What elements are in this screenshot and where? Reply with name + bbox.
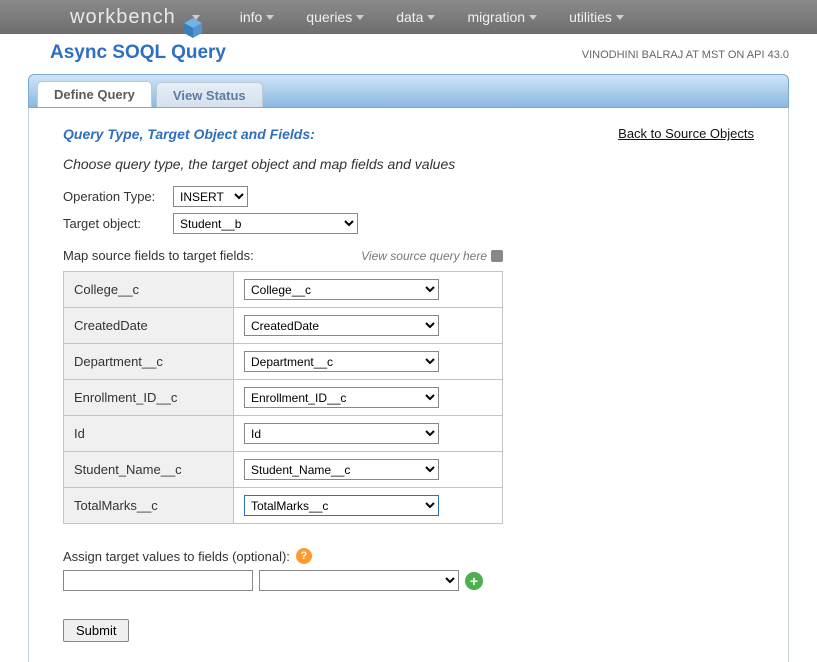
operation-type-label: Operation Type:	[63, 189, 173, 204]
source-field-cell: College__c	[64, 272, 234, 308]
field-mapping-table: College__cCollege__cCreatedDateCreatedDa…	[63, 271, 503, 524]
page-header: Async SOQL Query VINODHINI BALRAJ AT MST…	[0, 34, 817, 68]
chevron-down-icon	[529, 15, 537, 20]
add-icon[interactable]: +	[465, 572, 483, 590]
chevron-down-icon	[266, 15, 274, 20]
table-row: CreatedDate CreatedDate	[64, 308, 503, 344]
target-field-cell: Id	[234, 416, 503, 452]
table-row: Student_Name__c Student_Name__c	[64, 452, 503, 488]
table-row: Id Id	[64, 416, 503, 452]
nav-item-migration[interactable]: migration	[467, 9, 537, 25]
source-field-cell: TotalMarks__c	[64, 488, 234, 524]
table-row: Enrollment_ID__c Enrollment_ID__c	[64, 380, 503, 416]
assign-value-input[interactable]	[63, 570, 253, 591]
tab-view-status[interactable]: View Status	[156, 82, 263, 107]
chevron-down-icon	[616, 15, 624, 20]
target-object-label: Target object:	[63, 216, 173, 231]
target-field-cell: College__c	[234, 272, 503, 308]
back-to-source-objects-link[interactable]: Back to Source Objects	[618, 126, 754, 141]
user-context: VINODHINI BALRAJ AT MST ON API 43.0	[582, 49, 789, 61]
nav-item-data[interactable]: data	[396, 9, 435, 25]
target-field-select[interactable]: Department__c	[244, 351, 439, 372]
submit-button[interactable]: Submit	[63, 619, 129, 642]
target-field-cell: Enrollment_ID__c	[234, 380, 503, 416]
source-field-cell: CreatedDate	[64, 308, 234, 344]
tab-define-query[interactable]: Define Query	[37, 81, 152, 107]
table-row: Department__c Department__c	[64, 344, 503, 380]
view-source-query-link[interactable]: View source query here	[361, 249, 503, 263]
operation-type-row: Operation Type: INSERT	[63, 186, 754, 207]
target-object-select[interactable]: Student__b	[173, 213, 358, 234]
target-field-select[interactable]: Id	[244, 423, 439, 444]
target-field-select[interactable]: Enrollment_ID__c	[244, 387, 439, 408]
map-fields-label: Map source fields to target fields:	[63, 248, 254, 263]
target-field-select[interactable]: TotalMarks__c	[244, 495, 439, 516]
source-field-cell: Student_Name__c	[64, 452, 234, 488]
panel-body: Query Type, Target Object and Fields: Ba…	[28, 108, 789, 662]
nav-item-utilities[interactable]: utilities	[569, 9, 624, 25]
target-object-row: Target object: Student__b	[63, 213, 754, 234]
nav-item-queries[interactable]: queries	[306, 9, 364, 25]
nav-item-info[interactable]: info	[240, 9, 275, 25]
source-field-cell: Id	[64, 416, 234, 452]
brand-text: workbench	[70, 6, 176, 29]
section-description: Choose query type, the target object and…	[63, 156, 754, 172]
nav-items: info queries data migration utilities	[240, 9, 624, 25]
source-field-cell: Department__c	[64, 344, 234, 380]
section-title: Query Type, Target Object and Fields:	[63, 126, 315, 142]
top-nav: workbench info queries data migration	[0, 0, 817, 34]
target-field-select[interactable]: CreatedDate	[244, 315, 439, 336]
table-row: TotalMarks__c TotalMarks__c	[64, 488, 503, 524]
help-icon[interactable]: ?	[296, 548, 312, 564]
query-icon	[491, 250, 503, 262]
target-field-cell: TotalMarks__c	[234, 488, 503, 524]
source-field-cell: Enrollment_ID__c	[64, 380, 234, 416]
target-field-select[interactable]: Student_Name__c	[244, 459, 439, 480]
table-row: College__c College__c	[64, 272, 503, 308]
page-title: Async SOQL Query	[50, 42, 226, 64]
operation-type-select[interactable]: INSERT	[173, 186, 248, 207]
target-field-cell: Department__c	[234, 344, 503, 380]
assign-field-select[interactable]	[259, 570, 459, 591]
tab-strip: Define Query View Status	[28, 74, 789, 108]
chevron-down-icon	[427, 15, 435, 20]
chevron-down-icon	[356, 15, 364, 20]
target-field-cell: Student_Name__c	[234, 452, 503, 488]
assign-values-row: Assign target values to fields (optional…	[63, 548, 754, 564]
target-field-select[interactable]: College__c	[244, 279, 439, 300]
target-field-cell: CreatedDate	[234, 308, 503, 344]
assign-values-label: Assign target values to fields (optional…	[63, 549, 290, 564]
brand[interactable]: workbench	[70, 6, 200, 29]
